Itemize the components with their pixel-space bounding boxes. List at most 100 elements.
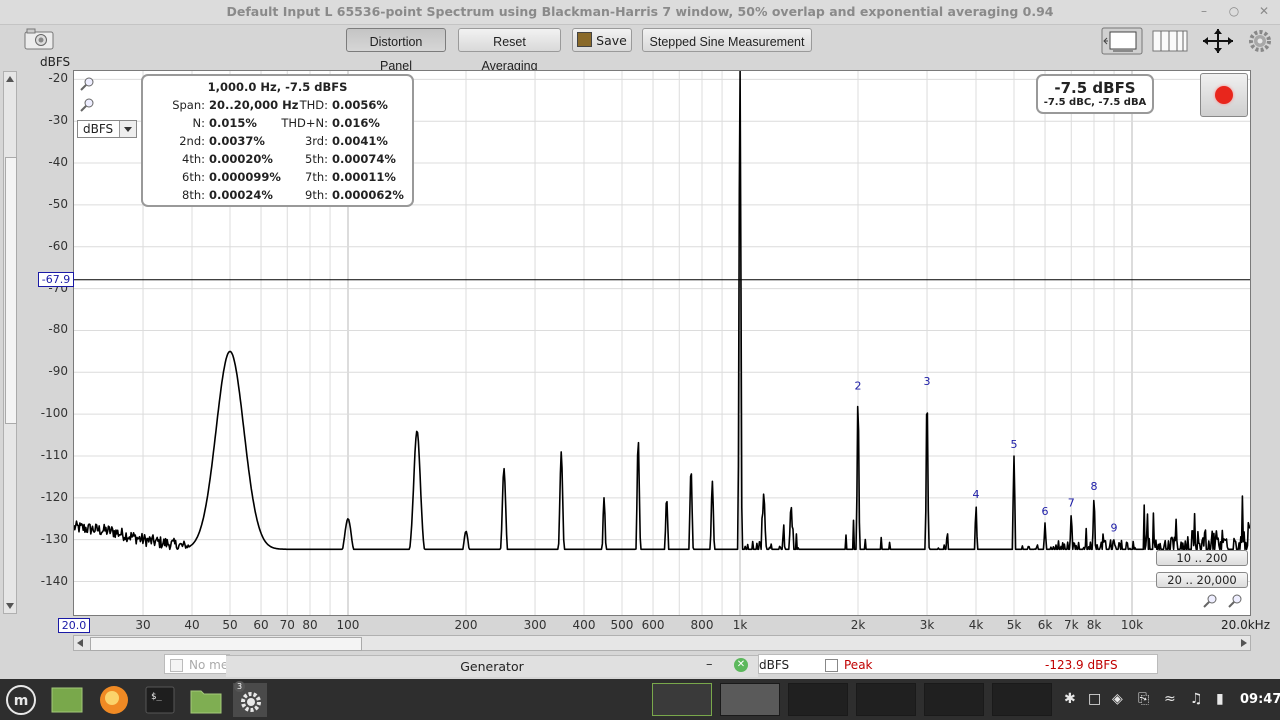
generator-title: Generator: [460, 659, 524, 674]
graph-view-icon[interactable]: [1101, 27, 1143, 55]
x-tick-label: 100: [336, 618, 360, 632]
peak-label: Peak: [844, 658, 873, 672]
terminal-icon[interactable]: $_: [143, 683, 177, 717]
clock: 09:47: [1240, 692, 1280, 707]
x-range-button[interactable]: 20 .. 20,000: [1156, 572, 1248, 588]
taskbar: m $_ 3 ✱ □ ◈ ⎘ ≈ ♫ ▮ 09:47: [0, 679, 1280, 720]
chevron-down-icon[interactable]: [119, 121, 136, 137]
firefox-icon[interactable]: [97, 683, 131, 717]
harmonic-label: 2: [855, 379, 862, 392]
peak-checkbox[interactable]: [825, 659, 838, 672]
save-icon: [577, 32, 593, 47]
camera-icon[interactable]: [24, 27, 54, 55]
generator-bar[interactable]: Generator – ✕: [226, 655, 758, 677]
zoom-out-horizontal-icon[interactable]: [1228, 594, 1242, 608]
menu-icon[interactable]: m: [4, 683, 38, 717]
y-tick-label: -60: [48, 238, 68, 253]
workspace-6[interactable]: [992, 683, 1052, 716]
workspace-1[interactable]: [652, 683, 712, 716]
generator-close-icon[interactable]: ✕: [734, 658, 748, 672]
distortion-l1-2: 2nd:: [179, 134, 205, 148]
gear-icon[interactable]: [1248, 27, 1272, 55]
reset-averaging-button[interactable]: Reset Averaging: [458, 28, 561, 73]
y-range-button[interactable]: 10 .. 200: [1156, 550, 1248, 566]
vertical-scrollbar[interactable]: [3, 71, 17, 614]
maximize-icon[interactable]: ○: [1226, 3, 1242, 19]
x-tick-label: 200: [454, 618, 478, 632]
level-main: -7.5 dBFS: [1054, 79, 1136, 97]
x-max-label: 20.0kHz: [1221, 618, 1270, 632]
workspace-2[interactable]: [720, 683, 780, 716]
distortion-v2-2: 0.0041%: [332, 134, 388, 148]
minimize-icon[interactable]: –: [1196, 3, 1212, 19]
pan-arrows-icon[interactable]: [1199, 27, 1237, 55]
distortion-l1-5: 8th:: [182, 188, 205, 202]
scroll-up-icon[interactable]: [6, 76, 14, 82]
no-measurement-field[interactable]: No me: [164, 654, 230, 674]
battery-icon[interactable]: ▮: [1216, 691, 1224, 707]
window-count-badge: 3: [234, 681, 245, 692]
y-axis-unit: dBFS: [40, 55, 71, 69]
workspace-4[interactable]: [856, 683, 916, 716]
cursor-level-tag[interactable]: -67.9: [38, 272, 74, 287]
distortion-l2-5: 9th:: [305, 188, 328, 202]
scroll-left-icon[interactable]: [77, 639, 83, 647]
distortion-l2-3: 5th:: [305, 152, 328, 166]
x-tick-label: 10k: [1120, 618, 1144, 632]
shield-icon[interactable]: ◈: [1112, 691, 1123, 707]
horizontal-scroll-thumb[interactable]: [90, 637, 362, 651]
settings-app-icon[interactable]: 3: [233, 681, 267, 717]
y-tick-label: -120: [40, 489, 68, 504]
y-tick-label: -80: [48, 322, 68, 337]
scroll-right-icon[interactable]: [1241, 639, 1247, 647]
harmonic-label: 5: [1010, 438, 1017, 451]
y-tick-label: -110: [40, 447, 68, 462]
distortion-v2-3: 0.00074%: [332, 152, 396, 166]
window-title: Default Input L 65536-point Spectrum usi…: [226, 4, 1054, 19]
volume-icon[interactable]: ♫: [1190, 691, 1203, 707]
workspace-5[interactable]: [924, 683, 984, 716]
distortion-header: 1,000.0 Hz, -7.5 dBFS: [207, 80, 348, 94]
wifi-icon[interactable]: ≈: [1164, 691, 1176, 707]
vertical-scroll-thumb[interactable]: [5, 157, 17, 424]
y-tick-label: -130: [40, 531, 68, 546]
level-sub: -7.5 dBC, -7.5 dBA: [1043, 97, 1147, 108]
zoom-out-vertical-icon[interactable]: [80, 98, 94, 112]
no-measurement-checkbox[interactable]: [170, 659, 183, 672]
clipboard-icon[interactable]: □: [1088, 691, 1101, 707]
left-unit-label: dBFS: [759, 658, 790, 672]
workspace-3[interactable]: [788, 683, 848, 716]
toolbar: [0, 25, 1280, 59]
y-tick-label: -20: [48, 71, 68, 86]
stepped-sine-button[interactable]: Stepped Sine Measurement: [642, 28, 812, 52]
close-icon[interactable]: ✕: [1256, 3, 1272, 19]
bluetooth-icon[interactable]: ✱: [1064, 691, 1076, 707]
x-tick-label: 80: [302, 618, 318, 632]
distortion-l1-0: Span:: [172, 98, 205, 112]
grid-lines-icon[interactable]: [1151, 27, 1189, 55]
scroll-down-icon[interactable]: [6, 603, 14, 609]
y-tick-label: -90: [48, 364, 68, 379]
save-label: Save: [596, 33, 627, 48]
generator-minimize-icon[interactable]: –: [706, 657, 713, 672]
zoom-in-vertical-icon[interactable]: [80, 77, 94, 91]
unit-select[interactable]: dBFS: [77, 120, 137, 138]
files-icon[interactable]: [189, 683, 223, 717]
printer-icon[interactable]: ⎘: [1138, 691, 1149, 707]
horizontal-scrollbar[interactable]: [73, 635, 1251, 651]
zoom-in-horizontal-icon[interactable]: [1203, 594, 1217, 608]
desktop-icon[interactable]: [50, 683, 84, 717]
distortion-l2-4: 7th:: [305, 170, 328, 184]
distortion-panel-button[interactable]: Distortion Panel: [346, 28, 446, 73]
record-button[interactable]: [1200, 73, 1248, 117]
x-tick-label: 800: [690, 618, 714, 632]
distortion-v2-4: 0.00011%: [332, 170, 396, 184]
x-min-tag[interactable]: 20.0: [58, 618, 90, 633]
record-icon: [1215, 86, 1233, 104]
distortion-l1-4: 6th:: [182, 170, 205, 184]
harmonic-label: 7: [1068, 497, 1075, 510]
save-button[interactable]: Save: [572, 28, 632, 52]
distortion-l2-2: 3rd:: [304, 134, 328, 148]
x-tick-label: 30: [135, 618, 151, 632]
x-tick-label: 2k: [850, 618, 866, 632]
